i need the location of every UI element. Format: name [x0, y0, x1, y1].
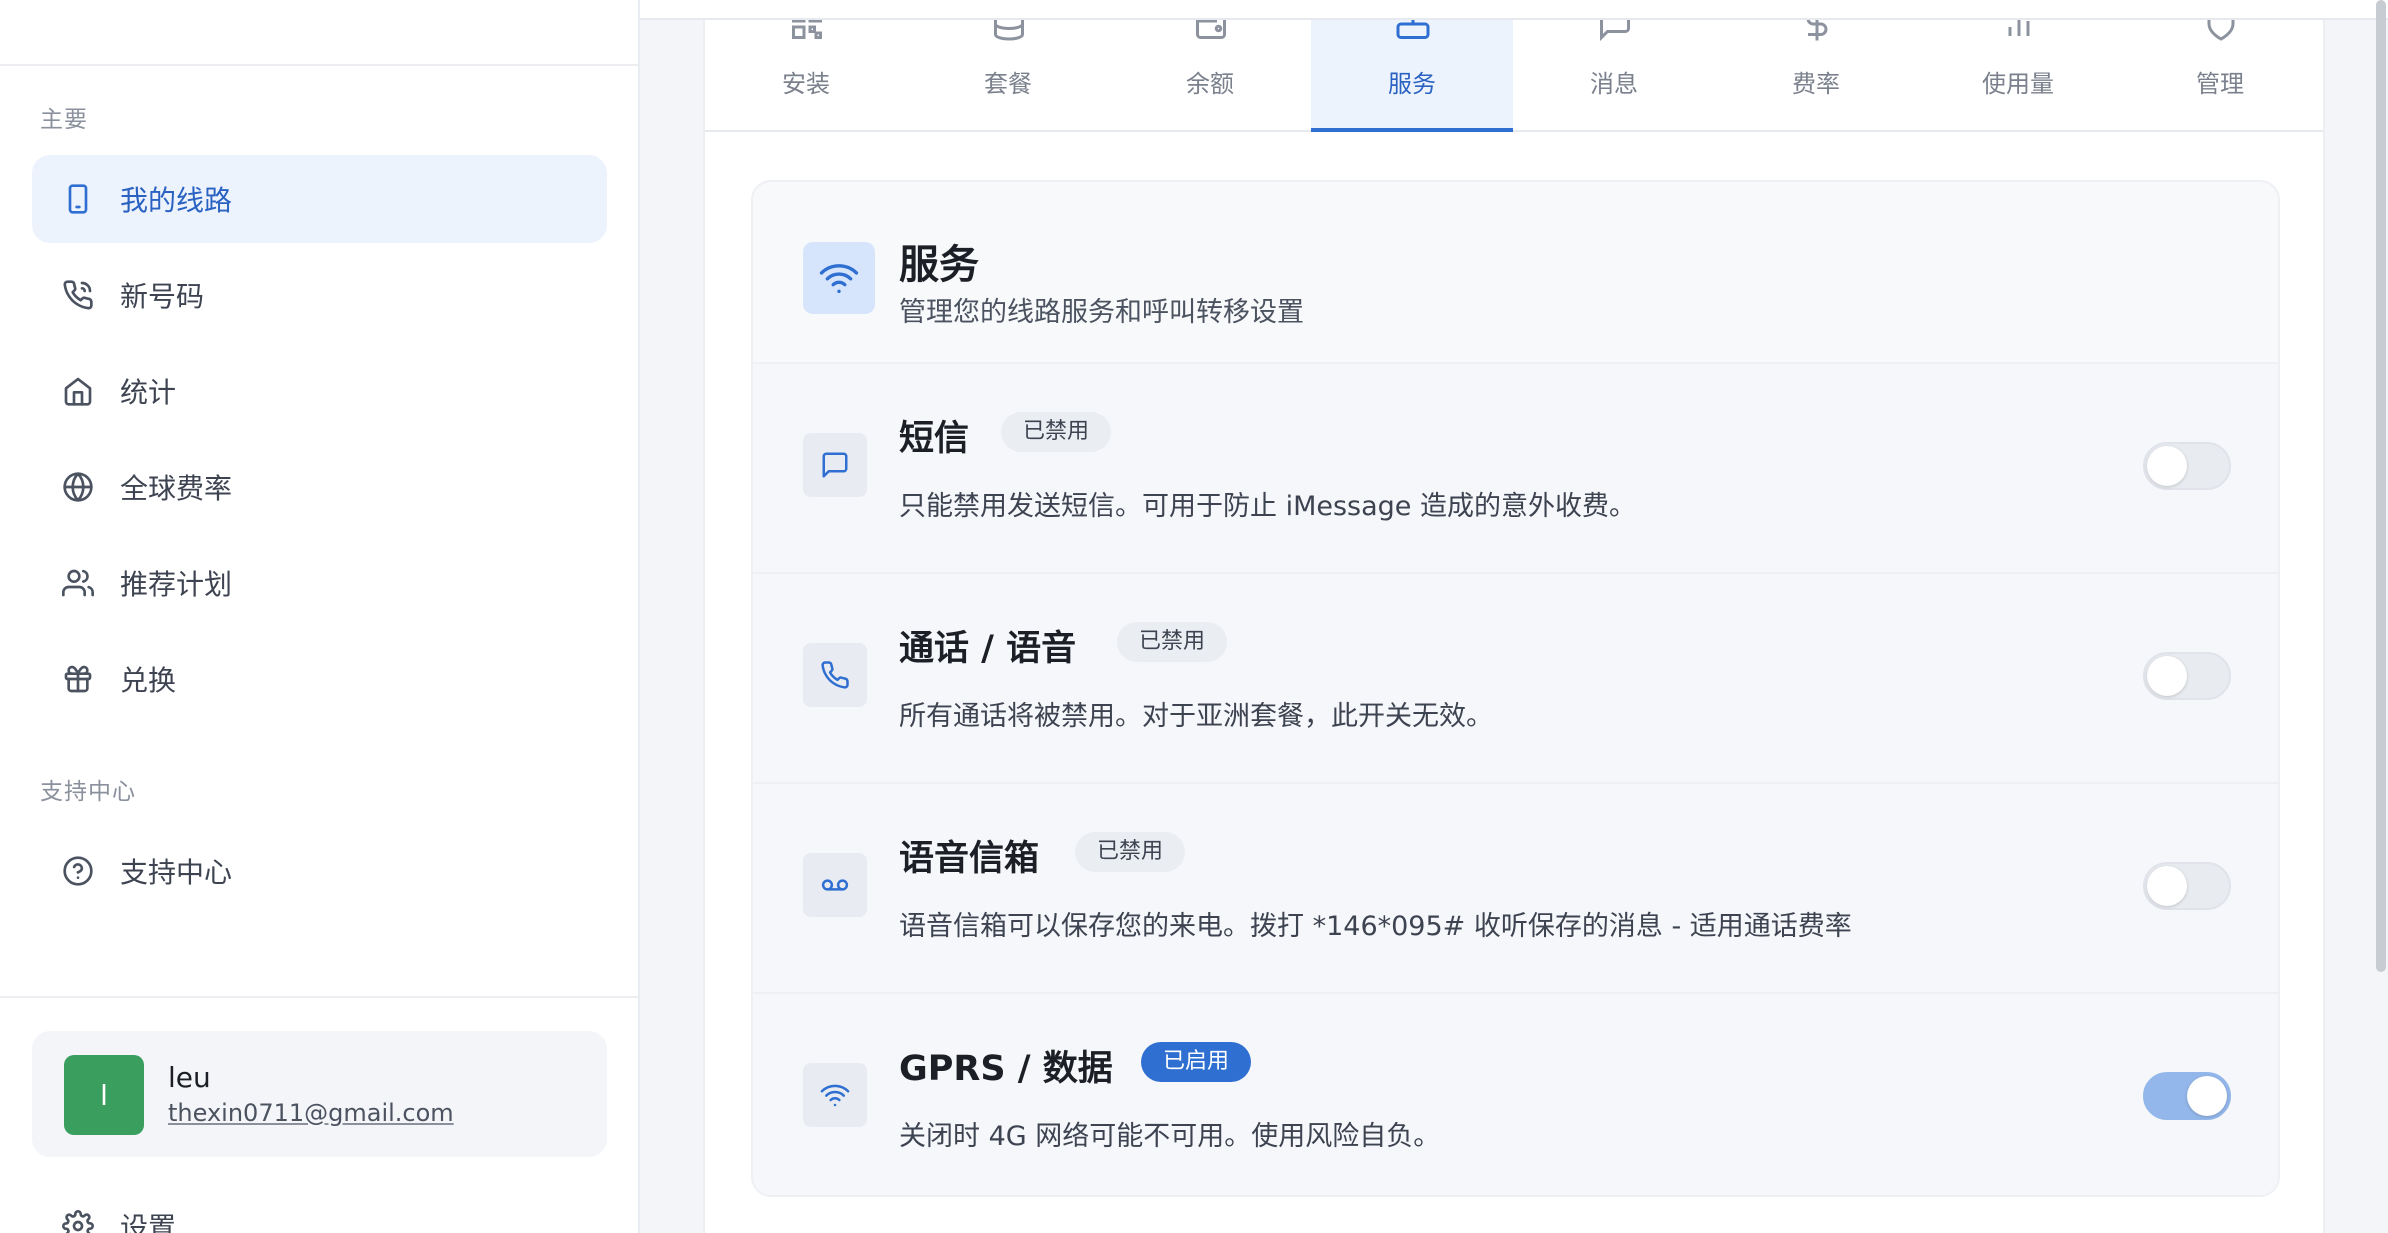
tab-label: 使用量 — [1982, 70, 2054, 98]
sidebar-item-support[interactable]: 支持中心 — [32, 827, 607, 915]
services-header: 服务 管理您的线路服务和呼叫转移设置 — [753, 182, 2278, 362]
sidebar-item-redeem[interactable]: 兑换 — [32, 635, 607, 723]
service-title: 短信 — [899, 419, 970, 459]
page-subtitle: 管理您的线路服务和呼叫转移设置 — [899, 297, 1304, 328]
service-description: 语音信箱可以保存您的来电。拨打 *146*095# 收听保存的消息 - 适用通话… — [899, 911, 1852, 942]
phone-icon — [63, 280, 93, 310]
sms-toggle[interactable] — [2143, 442, 2231, 490]
section-label-main: 主要 — [40, 107, 88, 133]
user-name: leu — [168, 1061, 211, 1094]
service-row-voicemail: 语音信箱 已禁用 语音信箱可以保存您的来电。拨打 *146*095# 收听保存的… — [753, 782, 2278, 992]
toggle-knob — [2147, 446, 2187, 486]
service-row-sms: 短信 已禁用 只能禁用发送短信。可用于防止 iMessage 造成的意外收费。 — [753, 362, 2278, 572]
tab-label: 安装 — [782, 70, 830, 98]
sidebar-item-label: 统计 — [120, 376, 177, 409]
service-title: 通话 / 语音 — [899, 629, 1077, 669]
gear-icon — [62, 1210, 94, 1233]
tab-label: 服务 — [1388, 70, 1436, 98]
status-badge: 已禁用 — [1001, 412, 1112, 452]
service-description: 所有通话将被禁用。对于亚洲套餐，此开关无效。 — [899, 701, 1493, 732]
sidebar-item-settings[interactable]: 设置 — [62, 1206, 176, 1233]
smartphone-icon — [68, 184, 88, 214]
toggle-knob — [2187, 1076, 2227, 1116]
tab-label: 费率 — [1792, 70, 1840, 98]
service-title: 语音信箱 — [899, 839, 1040, 879]
toggle-knob — [2147, 866, 2187, 906]
settings-label: 设置 — [120, 1211, 177, 1233]
services-card: 服务 管理您的线路服务和呼叫转移设置 短信 已禁用 只能禁用发送短信。可用于防止… — [751, 180, 2280, 1197]
status-badge: 已禁用 — [1075, 832, 1186, 872]
page-title: 服务 — [899, 242, 979, 288]
line-detail-panel: 安装 套餐 余额 服务 消息 费率 使用量 管理 服务 管理您的线路服务和呼叫转… — [703, 0, 2325, 1233]
sidebar-item-new-number[interactable]: 新号码 — [32, 251, 607, 339]
sidebar: 主要 我的线路 新号码 统计 全球费率 推荐计划 兑换 支持中心 支持中心 l … — [0, 0, 640, 1233]
service-title: GPRS / 数据 — [899, 1049, 1113, 1089]
sidebar-item-label: 全球费率 — [120, 472, 233, 505]
sidebar-divider — [0, 996, 638, 998]
service-row-data: GPRS / 数据 已启用 关闭时 4G 网络可能不可用。使用风险自负。 — [753, 992, 2278, 1195]
tab-label: 消息 — [1590, 70, 1638, 98]
wifi-icon — [803, 1063, 867, 1127]
phone-icon — [803, 643, 867, 707]
sidebar-item-label: 兑换 — [120, 664, 177, 697]
logo-icon — [66, 0, 100, 6]
sidebar-item-label: 支持中心 — [120, 856, 233, 889]
sidebar-item-label: 推荐计划 — [120, 568, 233, 601]
data-toggle[interactable] — [2143, 1072, 2231, 1120]
sidebar-item-referral[interactable]: 推荐计划 — [32, 539, 607, 627]
toggle-knob — [2147, 656, 2187, 696]
user-email-link[interactable]: thexin0711@gmail.com — [168, 1099, 454, 1127]
voice-toggle[interactable] — [2143, 652, 2231, 700]
sidebar-item-global-rates[interactable]: 全球费率 — [32, 443, 607, 531]
service-description: 关闭时 4G 网络可能不可用。使用风险自负。 — [899, 1121, 1441, 1152]
sidebar-item-label: 新号码 — [120, 280, 205, 313]
voicemail-toggle[interactable] — [2143, 862, 2231, 910]
home-icon — [64, 377, 92, 406]
sidebar-header — [0, 0, 638, 66]
tab-label: 管理 — [2196, 70, 2244, 98]
service-description: 只能禁用发送短信。可用于防止 iMessage 造成的意外收费。 — [899, 491, 1637, 522]
voicemail-icon — [803, 853, 867, 917]
gift-icon — [64, 665, 92, 693]
top-bar — [640, 0, 2388, 20]
user-card[interactable]: l leu thexin0711@gmail.com — [32, 1031, 607, 1157]
section-label-support: 支持中心 — [40, 779, 136, 805]
sidebar-item-my-lines[interactable]: 我的线路 — [32, 155, 607, 243]
scrollbar[interactable] — [2376, 0, 2386, 972]
avatar: l — [64, 1055, 144, 1135]
sidebar-item-stats[interactable]: 统计 — [32, 347, 607, 435]
wifi-icon — [803, 242, 875, 314]
sidebar-item-label: 我的线路 — [120, 184, 233, 217]
tab-label: 套餐 — [984, 70, 1032, 98]
users-icon — [62, 569, 94, 597]
tab-label: 余额 — [1186, 70, 1234, 98]
service-row-voice: 通话 / 语音 已禁用 所有通话将被禁用。对于亚洲套餐，此开关无效。 — [753, 572, 2278, 782]
help-circle-icon — [63, 856, 93, 886]
message-square-icon — [803, 433, 867, 497]
status-badge: 已禁用 — [1117, 622, 1228, 662]
status-badge: 已启用 — [1141, 1042, 1252, 1082]
globe-icon — [63, 472, 93, 502]
